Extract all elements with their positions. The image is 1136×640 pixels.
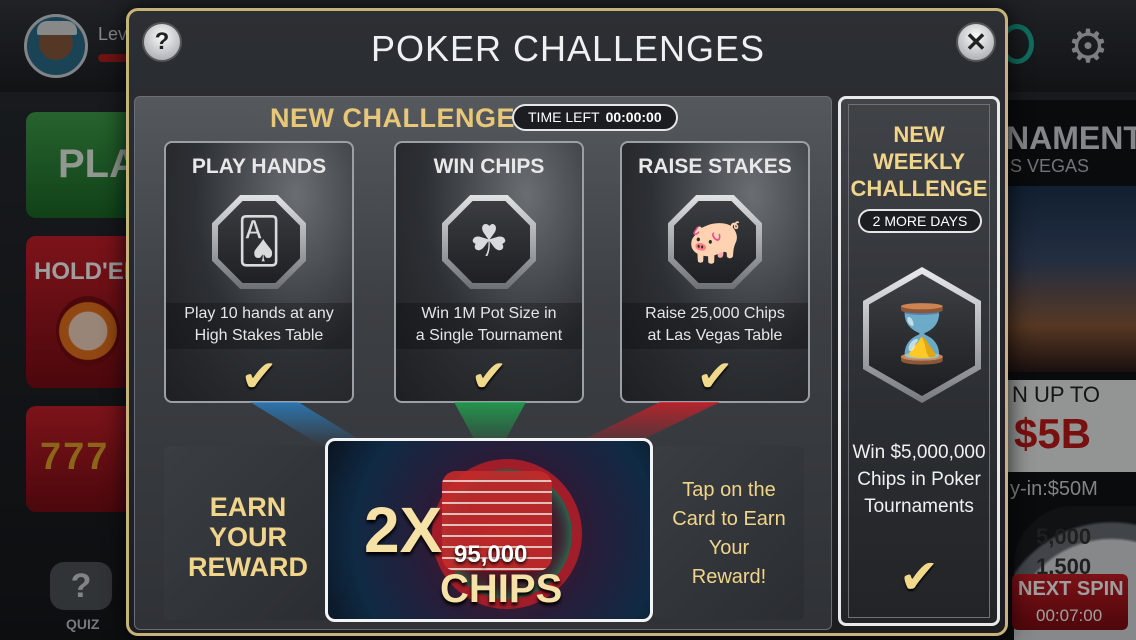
challenge-description: Play 10 hands at any High Stakes Table: [166, 303, 352, 349]
challenge-description: Raise 25,000 Chips at Las Vegas Table: [622, 303, 808, 349]
tap-hint-line: Your: [708, 537, 750, 559]
earn-reward-line: YOUR: [208, 522, 287, 552]
tap-hint-text: Tap on the Card to Earn Your Reward!: [654, 476, 804, 592]
challenge-desc-line: Play 10 hands at any: [184, 305, 334, 322]
tap-hint-line: Card to Earn: [672, 508, 786, 530]
challenge-title: WIN CHIPS: [433, 155, 545, 178]
reward-multiplier: 2X: [364, 494, 443, 566]
help-button[interactable]: ?: [142, 22, 182, 62]
reward-card[interactable]: 2X 95,000 CHIPS: [325, 438, 653, 622]
tap-hint-line: Reward!: [691, 566, 767, 588]
challenge-desc-line: Raise 25,000 Chips: [645, 305, 785, 322]
challenge-card-play-hands[interactable]: PLAY HANDS 🂡 Play 10 hands at any High St…: [164, 141, 354, 403]
challenge-description: Win 1M Pot Size in a Single Tournament: [396, 303, 582, 349]
challenge-title: RAISE STAKES: [638, 155, 792, 178]
reward-amount: 95,000: [454, 541, 528, 568]
challenge-card-win-chips[interactable]: WIN CHIPS ☘ Win 1M Pot Size in a Single T…: [394, 141, 584, 403]
challenge-card-raise-stakes[interactable]: RAISE STAKES 🐖 Raise 25,000 Chips at Las …: [620, 141, 810, 403]
section-title: NEW CHALLENGES: [270, 103, 534, 133]
challenge-desc-line: at Las Vegas Table: [647, 327, 783, 344]
close-button[interactable]: ✕: [956, 22, 996, 62]
reward-unit: CHIPS: [440, 567, 563, 611]
checkmark-icon: ✔: [696, 351, 734, 402]
weekly-inner-frame: [848, 104, 990, 618]
checkmark-icon: ✔: [240, 351, 278, 402]
time-left-badge: TIME LEFT 00:00:00: [512, 104, 678, 131]
earn-reward-panel: EARN YOUR REWARD: [164, 446, 332, 620]
tap-hint-panel: Tap on the Card to Earn Your Reward!: [654, 446, 804, 620]
clover-icon: ☘: [448, 201, 530, 283]
checkmark-icon: ✔: [470, 351, 508, 402]
earn-reward-line: EARN: [209, 492, 287, 522]
earn-reward-line: REWARD: [188, 552, 308, 582]
time-left-label: TIME LEFT: [528, 109, 600, 125]
challenge-badge: ☘: [442, 195, 536, 289]
cards-icon: 🂡: [218, 201, 300, 283]
challenge-badge: 🐖: [668, 195, 762, 289]
time-left-value: 00:00:00: [605, 109, 662, 125]
challenge-title: PLAY HANDS: [191, 155, 327, 178]
earn-reward-text: EARN YOUR REWARD: [164, 492, 332, 582]
challenge-desc-line: a Single Tournament: [415, 327, 563, 344]
piggy-bank-icon: 🐖: [674, 201, 756, 283]
tap-hint-line: Tap on the: [682, 479, 776, 501]
challenge-badge: 🂡: [212, 195, 306, 289]
challenge-desc-line: High Stakes Table: [194, 327, 324, 344]
challenge-desc-line: Win 1M Pot Size in: [421, 305, 557, 322]
